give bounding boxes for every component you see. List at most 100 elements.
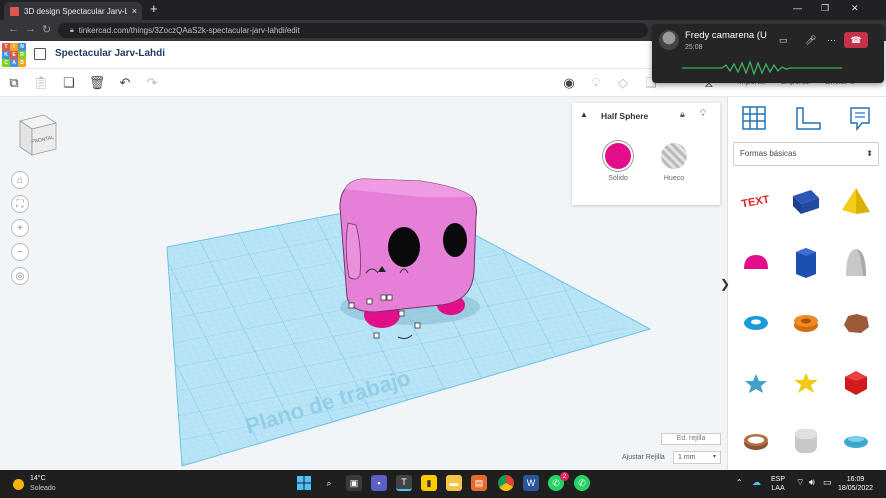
new-tab-button[interactable]: +: [150, 1, 158, 16]
system-clock[interactable]: 16:09 18/05/2022: [838, 475, 873, 493]
hole-label: Hueco: [663, 175, 685, 182]
language-bottom: LAA: [771, 485, 785, 492]
paste-icon[interactable]: 📋︎: [32, 74, 50, 92]
clock-date: 18/05/2022: [838, 485, 874, 492]
notes-icon[interactable]: ◇: [614, 74, 632, 92]
file-explorer-icon[interactable]: ▬: [446, 475, 462, 491]
solid-color-swatch[interactable]: [605, 143, 631, 169]
battery-icon[interactable]: ▭: [823, 477, 832, 488]
teams-icon[interactable]: T: [396, 475, 412, 491]
duplicate-icon[interactable]: ❏: [60, 74, 78, 92]
wifi-icon[interactable]: ⌔: [796, 477, 804, 488]
back-arrow-icon[interactable]: ←: [8, 23, 19, 35]
camera-icon[interactable]: ▭: [779, 35, 788, 46]
volume-icon[interactable]: 🔊︎: [809, 477, 815, 488]
onedrive-icon[interactable]: ☁︎: [752, 477, 761, 488]
ruler-icon[interactable]: [794, 105, 822, 131]
phone-icon: ☎︎: [850, 34, 862, 45]
browser-tab[interactable]: 3D design Spectacular Jarv-Lahdi ×: [4, 2, 142, 20]
collapse-panel-icon[interactable]: ❯: [719, 270, 731, 298]
left-eye: [388, 227, 420, 267]
more-options-icon[interactable]: ⋯: [827, 35, 836, 46]
browser-tab-bar: 3D design Spectacular Jarv-Lahdi × + — ❐…: [0, 0, 886, 20]
clock-time: 16:09: [846, 476, 865, 483]
snap-grid-value: 1 mm: [678, 454, 696, 461]
show-all-icon[interactable]: ◉: [560, 74, 578, 92]
shape-tube[interactable]: [783, 296, 829, 350]
collapse-inspector-icon[interactable]: ▲: [580, 110, 588, 119]
chrome-icon[interactable]: [498, 475, 514, 491]
snap-grid-select[interactable]: 1 mm ▾: [673, 451, 721, 464]
delete-icon[interactable]: 🗑︎: [88, 74, 106, 92]
shape-category-value: Formas básicas: [740, 149, 797, 158]
tab-title: 3D design Spectacular Jarv-Lahdi: [24, 6, 127, 16]
shape-text[interactable]: TEXT: [733, 174, 779, 228]
shape-pyramid[interactable]: [833, 174, 879, 228]
shape-rock[interactable]: [833, 296, 879, 350]
notes-icon[interactable]: [848, 105, 872, 131]
weather-condition: Soleado: [30, 485, 56, 492]
shape-icosahedron[interactable]: [833, 356, 879, 410]
notification-badge: 2: [560, 472, 569, 481]
close-tab-icon[interactable]: ×: [132, 6, 137, 16]
project-title[interactable]: Spectacular Jarv-Lahdi: [55, 48, 165, 59]
task-view-icon[interactable]: ▣: [346, 475, 362, 491]
shape-torus[interactable]: [733, 296, 779, 350]
caller-name: Fredy camarena (U: [685, 30, 767, 41]
shape-gem[interactable]: [833, 414, 879, 468]
call-duration: 25:08: [685, 44, 703, 51]
language-indicator[interactable]: ESP LAA: [771, 475, 785, 493]
whatsapp-web-icon[interactable]: ✆: [574, 475, 590, 491]
whatsapp-icon[interactable]: ✆ 2: [548, 472, 569, 491]
redo-icon[interactable]: ↷: [143, 74, 161, 92]
weather-temperature: 14°C: [30, 475, 46, 482]
solid-label: Sólido: [608, 175, 628, 182]
close-window-icon[interactable]: ✕: [851, 3, 859, 14]
workplane-grid-icon[interactable]: [741, 105, 767, 131]
copy-icon[interactable]: ⧉: [5, 74, 23, 92]
shape-rounded-box[interactable]: [783, 414, 829, 468]
audio-waveform: [682, 60, 842, 76]
minimize-icon[interactable]: —: [793, 3, 802, 13]
tinkercad-favicon-icon: [10, 6, 19, 16]
tinkercad-logo[interactable]: TIN KER CAD: [2, 43, 26, 67]
undo-icon[interactable]: ↶: [116, 74, 134, 92]
teams-chat-icon[interactable]: ▪: [371, 475, 387, 491]
teams-call-overlay[interactable]: Fredy camarena (U 25:08 ▭ 🎤︎ ⋯ ☎︎: [652, 24, 884, 83]
light-bulb-icon[interactable]: 💡︎: [587, 74, 605, 92]
sticky-notes-icon[interactable]: ▮: [421, 475, 437, 491]
word-icon[interactable]: W: [523, 475, 539, 491]
language-top: ESP: [771, 476, 786, 483]
hang-up-button[interactable]: ☎︎: [844, 32, 868, 48]
lock-shape-icon[interactable]: 🔒︎: [680, 109, 685, 120]
microphone-icon[interactable]: 🎤︎: [805, 35, 816, 46]
windows-start-icon[interactable]: [296, 475, 312, 491]
reload-icon[interactable]: ↻: [42, 23, 51, 36]
inspector-title: Half Sphere: [601, 111, 649, 121]
design-list-icon[interactable]: [34, 48, 46, 60]
snap-grid-label: Ajustar Rejilla: [622, 454, 665, 461]
search-icon[interactable]: ⌕: [321, 475, 337, 491]
shape-category-select[interactable]: Formas básicas ⬍: [733, 142, 879, 166]
hole-swatch[interactable]: [661, 143, 687, 169]
light-bulb-shape-icon[interactable]: 💡︎: [700, 108, 706, 119]
windows-taskbar: 14°C Soleado ⌕ ▣ ▪ T ▮ ▬ ▤ W ✆ 2 ✆ ⌃ ☁︎ …: [0, 470, 886, 498]
avatar: [659, 30, 679, 50]
shape-box[interactable]: [783, 174, 829, 228]
maximize-icon[interactable]: ❐: [821, 3, 829, 14]
shape-half-sphere[interactable]: [733, 236, 779, 290]
shape-star[interactable]: [733, 356, 779, 410]
chevron-up-icon[interactable]: ⌃: [736, 478, 743, 487]
edit-grid-button[interactable]: Ed. rejilla: [661, 433, 721, 445]
sun-icon[interactable]: [13, 479, 24, 490]
shape-ring[interactable]: [733, 414, 779, 468]
shape-polygon[interactable]: [783, 236, 829, 290]
url-text: tinkercad.com/things/3ZoczQAaS2k-spectac…: [78, 26, 300, 35]
chevron-down-icon: ▾: [712, 454, 716, 460]
office-icon[interactable]: ▤: [471, 475, 487, 491]
forward-arrow-icon[interactable]: →: [25, 23, 36, 35]
url-field[interactable]: 🔒︎ tinkercad.com/things/3ZoczQAaS2k-spec…: [58, 23, 648, 38]
svg-text:TEXT: TEXT: [741, 194, 771, 211]
shape-paraboloid[interactable]: [833, 236, 879, 290]
shape-star-gold[interactable]: [783, 356, 829, 410]
